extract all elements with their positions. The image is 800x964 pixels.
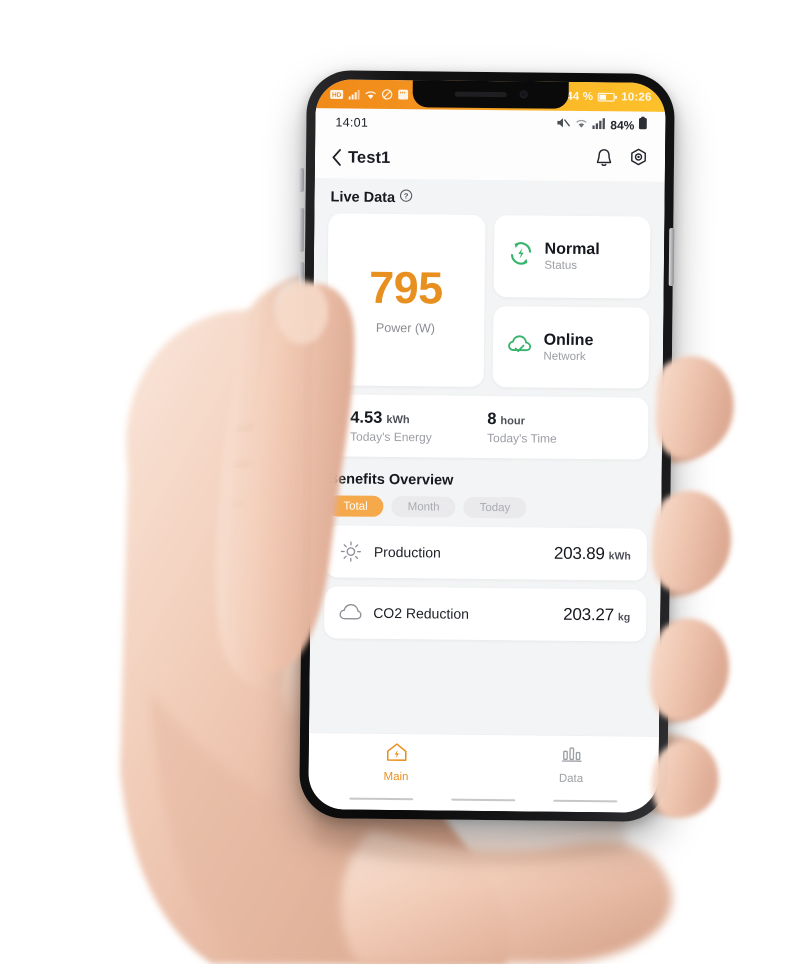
gesture-bar-back[interactable] bbox=[349, 797, 414, 801]
front-camera bbox=[519, 90, 528, 99]
status-value: Normal bbox=[544, 240, 600, 259]
network-card[interactable]: Online Network bbox=[492, 305, 650, 389]
hd-badge-icon: HD bbox=[330, 89, 344, 99]
nav-label-main: Main bbox=[383, 770, 409, 784]
gesture-bar-home[interactable] bbox=[451, 798, 516, 802]
volume-up-button[interactable] bbox=[298, 207, 305, 253]
os-battery-percent: 44 % bbox=[566, 90, 594, 103]
app-header: Test1 bbox=[314, 136, 666, 182]
network-value: Online bbox=[543, 331, 594, 349]
benefit-name-co2: CO2 Reduction bbox=[373, 604, 470, 622]
refresh-lightning-icon bbox=[505, 238, 535, 273]
earpiece-speaker bbox=[454, 91, 507, 97]
today-time-value-row: 8 hour bbox=[487, 410, 624, 430]
power-value: 795 bbox=[368, 261, 443, 314]
power-label: Power (W) bbox=[375, 320, 436, 336]
signal-icon bbox=[348, 89, 360, 100]
co2-unit: kg bbox=[617, 611, 631, 624]
svg-text:HD: HD bbox=[332, 91, 342, 98]
wifi-icon bbox=[365, 89, 377, 99]
home-solar-icon bbox=[384, 741, 408, 768]
tab-total[interactable]: Total bbox=[327, 495, 384, 517]
app-status-bar: 14:01 84% bbox=[315, 108, 666, 140]
live-data-right-stack: Normal Status Online Network bbox=[492, 215, 651, 389]
today-time-caption: Today's Time bbox=[487, 430, 557, 446]
back-chevron-icon[interactable] bbox=[329, 149, 345, 166]
status-card[interactable]: Normal Status bbox=[493, 215, 651, 299]
sd-card-icon bbox=[398, 89, 409, 100]
os-status-left-icons: HD bbox=[330, 88, 409, 100]
live-data-title: Live Data ? bbox=[331, 188, 651, 208]
android-gesture-bars bbox=[308, 790, 659, 813]
tab-today[interactable]: Today bbox=[463, 496, 527, 519]
bar-chart-icon bbox=[559, 743, 583, 770]
production-unit: kWh bbox=[608, 550, 631, 563]
live-data-grid: 795 Power (W) Normal Status Online Netwo… bbox=[326, 213, 651, 389]
signal-icon bbox=[592, 116, 605, 134]
mute-switch-button[interactable] bbox=[298, 167, 305, 193]
bottom-navigation: Main Data bbox=[308, 732, 659, 794]
phone-device: HD 44 % 10:26 14:01 84% Test1 Live Data … bbox=[299, 70, 675, 822]
mute-icon bbox=[556, 116, 570, 134]
wifi-icon bbox=[574, 116, 588, 134]
header-back-group[interactable]: Test1 bbox=[329, 148, 391, 168]
production-value: 203.89 bbox=[553, 543, 605, 564]
today-energy-block: 4.53 kWh Today's Energy bbox=[350, 408, 487, 444]
header-actions bbox=[594, 147, 649, 174]
page-title: Test1 bbox=[347, 148, 391, 167]
os-status-right: 44 % 10:26 bbox=[566, 90, 652, 103]
today-energy-number: 4.53 bbox=[350, 408, 383, 427]
today-summary-card[interactable]: 4.53 kWh Today's Energy 8 hour Today's T… bbox=[325, 394, 649, 460]
status-text: Normal Status bbox=[544, 241, 599, 273]
battery-icon bbox=[638, 116, 647, 135]
benefit-row-production[interactable]: Production 203.89 kWh bbox=[324, 525, 648, 581]
app-clock: 14:01 bbox=[335, 115, 369, 130]
benefits-tabs: Total Month Today bbox=[327, 495, 647, 519]
gesture-bar-recents[interactable] bbox=[553, 799, 618, 803]
benefits-title-text: Benefits Overview bbox=[327, 471, 454, 489]
cloud-icon bbox=[338, 602, 362, 622]
benefit-value-co2: 203.27 kg bbox=[563, 605, 630, 626]
sun-icon bbox=[339, 540, 363, 562]
network-label: Network bbox=[543, 350, 586, 363]
benefit-row-co2[interactable]: CO2 Reduction 203.27 kg bbox=[323, 586, 647, 642]
benefit-name-production: Production bbox=[373, 543, 441, 561]
nav-item-main[interactable]: Main bbox=[308, 740, 483, 784]
battery-icon bbox=[597, 92, 617, 102]
tab-month[interactable]: Month bbox=[391, 496, 456, 518]
question-circle-icon[interactable]: ? bbox=[400, 189, 413, 206]
nav-label-data: Data bbox=[558, 772, 584, 786]
scene-root: HD 44 % 10:26 14:01 84% Test1 Live Data … bbox=[0, 0, 800, 964]
app-battery-percent: 84% bbox=[610, 118, 635, 133]
cloud-check-icon bbox=[504, 329, 534, 364]
phone-screen: HD 44 % 10:26 14:01 84% Test1 Live Data … bbox=[308, 79, 666, 813]
phone-bezel: HD 44 % 10:26 14:01 84% Test1 Live Data … bbox=[308, 79, 666, 813]
today-time-number: 8 bbox=[487, 409, 497, 428]
bell-icon[interactable] bbox=[594, 147, 614, 173]
os-clock: 10:26 bbox=[621, 90, 652, 104]
today-time-unit: hour bbox=[500, 414, 525, 427]
nav-item-data[interactable]: Data bbox=[483, 742, 658, 786]
benefit-value-production: 203.89 kWh bbox=[554, 544, 631, 565]
co2-value: 203.27 bbox=[563, 604, 615, 625]
benefits-overview-title: Benefits Overview bbox=[328, 471, 648, 490]
today-energy-value-row: 4.53 kWh bbox=[350, 408, 487, 428]
volume-down-button[interactable] bbox=[298, 261, 305, 307]
today-energy-caption: Today's Energy bbox=[350, 429, 432, 444]
status-label: Status bbox=[544, 260, 578, 273]
app-status-icons: 84% bbox=[556, 116, 647, 135]
svg-text:?: ? bbox=[404, 192, 409, 201]
today-energy-unit: kWh bbox=[386, 413, 410, 426]
today-time-block: 8 hour Today's Time bbox=[487, 410, 624, 446]
phone-notch bbox=[412, 79, 569, 109]
power-card[interactable]: 795 Power (W) bbox=[326, 213, 485, 387]
network-text: Online Network bbox=[543, 331, 593, 363]
do-not-disturb-icon bbox=[381, 89, 393, 100]
power-button[interactable] bbox=[668, 227, 675, 287]
gear-icon[interactable] bbox=[628, 147, 649, 173]
content-area: Live Data ? 795 Power (W) Normal Status … bbox=[308, 178, 665, 736]
live-data-title-text: Live Data bbox=[330, 188, 396, 206]
